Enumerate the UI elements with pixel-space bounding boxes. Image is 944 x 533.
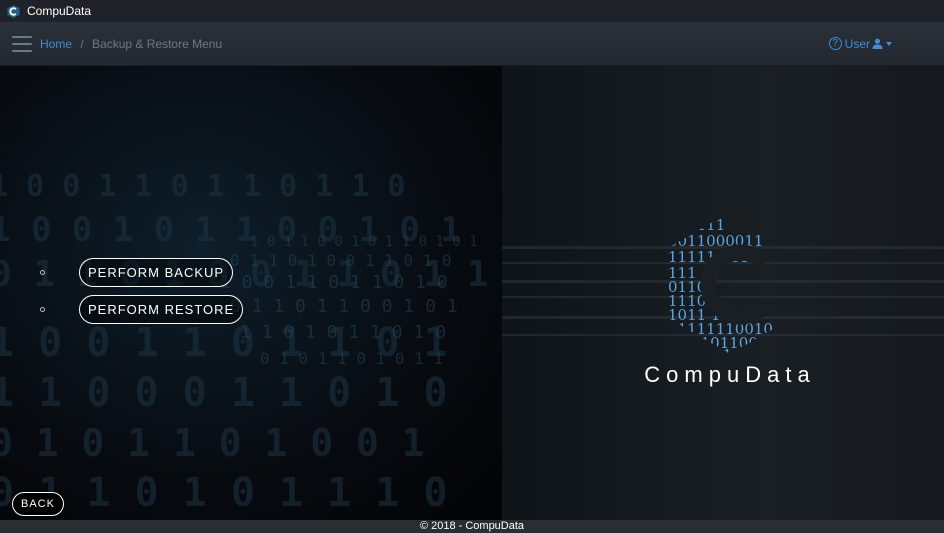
user-icon (872, 38, 883, 49)
breadcrumb: Home / Backup & Restore Menu (40, 37, 222, 51)
right-panel: 110111 0011000011 11111 1110 111 0110 11… (502, 66, 944, 520)
title-bar: CompuData (0, 0, 944, 22)
bullet-icon (40, 307, 45, 312)
hamburger-menu-icon[interactable] (12, 35, 32, 52)
perform-backup-button[interactable]: PERFORM BACKUP (79, 258, 234, 287)
menu-item-restore: PERFORM RESTORE (40, 295, 244, 324)
compudata-hexagon-logo-icon: 110111 0011000011 11111 1110 111 0110 11… (668, 216, 773, 358)
menu-item-backup: PERFORM BACKUP (40, 258, 243, 287)
left-panel: 1 0 0 1 1 0 1 1 0 1 1 0 1 0 0 1 0 1 1 0 … (0, 66, 502, 520)
user-menu-label: User (844, 36, 870, 51)
svg-text:1 1 0 1 0 1 1 0 1 0: 1 1 0 1 0 1 1 0 1 0 (240, 322, 446, 343)
svg-text:1 0 1 1 0 0 1 0 1 1 0 1 0 1: 1 0 1 1 0 0 1 0 1 1 0 1 0 1 (250, 234, 478, 250)
logo-binary-line: 0111 (694, 346, 732, 358)
footer: © 2018 - CompuData (0, 520, 944, 533)
main-content: 1 0 0 1 1 0 1 1 0 1 1 0 1 0 0 1 0 1 1 0 … (0, 66, 944, 520)
chevron-down-icon (886, 41, 892, 46)
breadcrumb-separator: / (80, 36, 84, 51)
breadcrumb-home-link[interactable]: Home (40, 37, 72, 51)
bullet-icon (40, 270, 45, 275)
app-title: CompuData (27, 4, 92, 18)
compudata-logo-icon (7, 4, 20, 18)
backup-restore-menu: PERFORM BACKUP PERFORM RESTORE (40, 258, 244, 332)
navbar: Home / Backup & Restore Menu ? User (0, 22, 944, 66)
svg-text:0 1 0 1 1 0 1 0 0 1: 0 1 0 1 1 0 1 0 0 1 (0, 421, 425, 465)
user-menu-dropdown[interactable]: ? User (828, 36, 892, 51)
svg-text:1 1 0 0 0 1 1 0 1 0: 1 1 0 0 0 1 1 0 1 0 (0, 370, 448, 416)
svg-text:1 0 0 1 1 0 1 1 0 1 1 0: 1 0 0 1 1 0 1 1 0 1 1 0 (0, 169, 405, 204)
breadcrumb-current: Backup & Restore Menu (92, 36, 223, 51)
svg-text:0 1 1 0 1 0 0 1 1 0 1 0: 0 1 1 0 1 0 0 1 1 0 1 0 (230, 251, 452, 270)
footer-copyright: © 2018 - CompuData (419, 520, 525, 532)
svg-text:0 1 1 0 1 0 1 1 1 0: 0 1 1 0 1 0 1 1 1 0 (0, 470, 448, 516)
svg-text:0 1 0 1 1 0 1 0 1 1: 0 1 0 1 1 0 1 0 1 1 (260, 349, 443, 368)
brand-name: CompuData (644, 362, 816, 387)
perform-restore-button[interactable]: PERFORM RESTORE (79, 295, 244, 324)
svg-text:1 0 0 1 1 0 1 1 0 1 0: 1 0 0 1 1 0 1 1 0 1 0 (220, 272, 448, 293)
svg-text:0 1 1 0 1 1 0 0 1 0 1: 0 1 1 0 1 1 0 0 1 0 1 (230, 296, 458, 317)
back-button[interactable]: BACK (12, 492, 64, 516)
logo-binary-line: 100101100 (672, 334, 758, 352)
help-icon[interactable]: ? (828, 37, 842, 50)
